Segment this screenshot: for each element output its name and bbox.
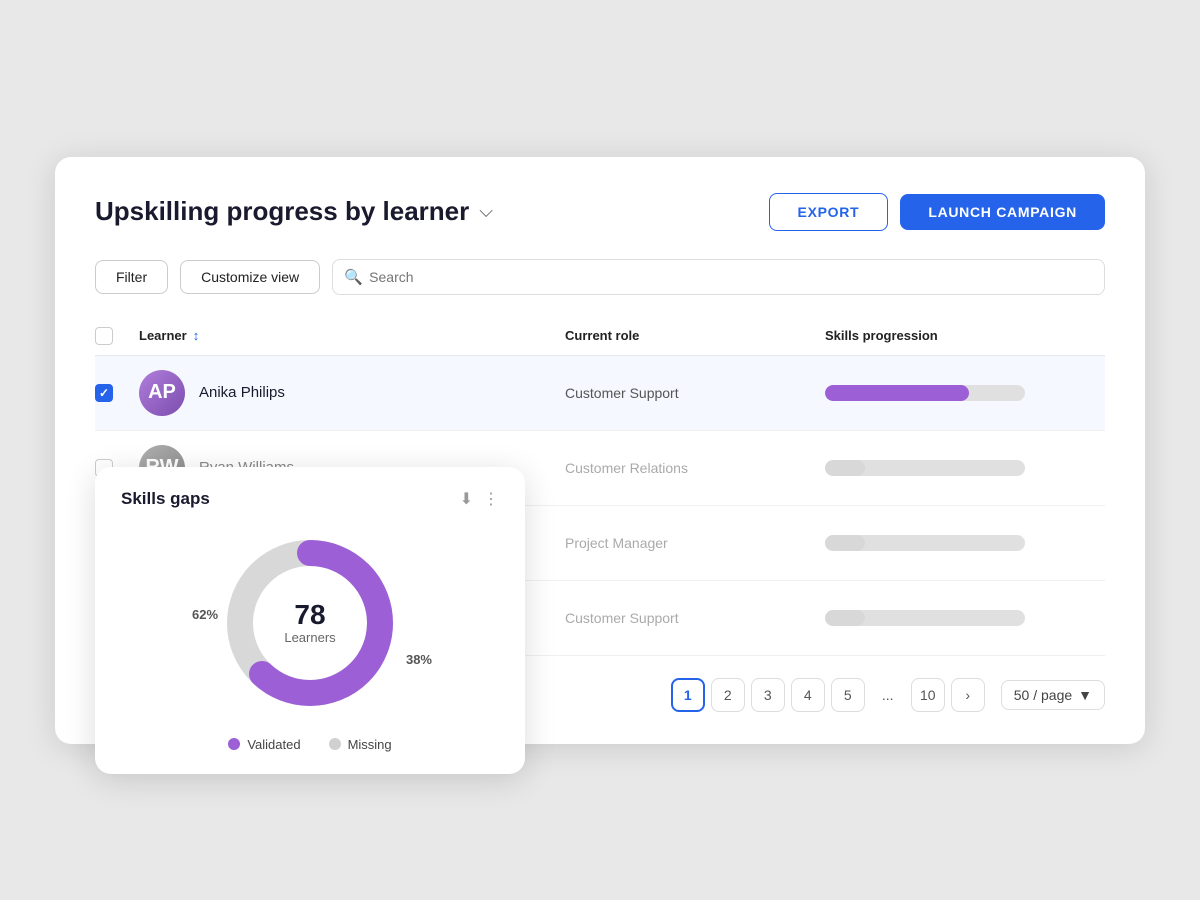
donut-chart: 78 Learners 62% 38% <box>210 523 410 723</box>
row-checkbox[interactable] <box>95 384 113 402</box>
progress-bar <box>825 460 1105 476</box>
validated-pct-label: 62% <box>192 607 218 622</box>
page-btn[interactable]: ... <box>871 678 905 712</box>
page-btn[interactable]: 2 <box>711 678 745 712</box>
skills-gaps-title: Skills gaps <box>121 489 210 509</box>
search-wrap: 🔍 <box>332 259 1105 295</box>
table-row: AP Anika Philips Customer Support <box>95 356 1105 431</box>
pagination-next-button[interactable]: › <box>951 678 985 712</box>
progress-bar <box>825 385 1105 401</box>
role-cell: Project Manager <box>565 535 825 551</box>
customize-view-button[interactable]: Customize view <box>180 260 320 294</box>
progress-bar <box>825 610 1105 626</box>
select-all-checkbox[interactable] <box>95 327 113 345</box>
skills-gaps-header: Skills gaps ⬇ ⋮ <box>121 489 499 509</box>
legend-row: Validated Missing <box>121 737 499 752</box>
donut-center: 78 Learners <box>284 600 335 646</box>
legend-missing: Missing <box>329 737 392 752</box>
toolbar-row: Filter Customize view 🔍 <box>95 259 1105 295</box>
avatar: AP <box>139 370 185 416</box>
missing-dot <box>329 738 341 750</box>
learner-cell: AP Anika Philips <box>139 370 565 416</box>
col-head-skills: Skills progression <box>825 328 1105 343</box>
role-cell: Customer Support <box>565 610 825 626</box>
col-head-learner: Learner ↕ <box>139 328 565 343</box>
learner-name: Anika Philips <box>199 384 285 401</box>
page-btn[interactable]: 1 <box>671 678 705 712</box>
page-btn[interactable]: 3 <box>751 678 785 712</box>
filter-button[interactable]: Filter <box>95 260 168 294</box>
download-icon[interactable]: ⬇ <box>460 489 473 509</box>
page-btn[interactable]: 4 <box>791 678 825 712</box>
export-button[interactable]: EXPORT <box>769 193 889 231</box>
search-input[interactable] <box>332 259 1105 295</box>
skills-gaps-card: Skills gaps ⬇ ⋮ 78 Learners <box>95 467 525 774</box>
role-cell: Customer Support <box>565 385 825 401</box>
role-cell: Customer Relations <box>565 460 825 476</box>
title-chevron-icon[interactable]: ⌵ <box>479 201 493 222</box>
sort-icon[interactable]: ↕ <box>193 328 200 343</box>
missing-pct-label: 38% <box>406 652 432 667</box>
col-head-role: Current role <box>565 328 825 343</box>
page-title: Upskilling progress by learner <box>95 196 469 227</box>
progress-bar <box>825 535 1105 551</box>
main-card: Upskilling progress by learner ⌵ EXPORT … <box>55 157 1145 744</box>
title-group: Upskilling progress by learner ⌵ <box>95 196 493 227</box>
donut-label: Learners <box>284 630 335 645</box>
header-row: Upskilling progress by learner ⌵ EXPORT … <box>95 193 1105 231</box>
more-options-icon[interactable]: ⋮ <box>483 489 499 509</box>
page-btn[interactable]: 10 <box>911 678 945 712</box>
table-header: Learner ↕ Current role Skills progressio… <box>95 317 1105 356</box>
per-page-chevron-icon: ▼ <box>1078 687 1092 703</box>
page-btn[interactable]: 5 <box>831 678 865 712</box>
per-page-select[interactable]: 50 / page ▼ <box>1001 680 1105 710</box>
pagination-pages: 12345...10 <box>671 678 945 712</box>
legend-validated: Validated <box>228 737 300 752</box>
validated-dot <box>228 738 240 750</box>
launch-campaign-button[interactable]: LAUNCH CAMPAIGN <box>900 194 1105 230</box>
skills-gaps-actions: ⬇ ⋮ <box>460 489 499 509</box>
donut-area: 78 Learners 62% 38% <box>121 523 499 723</box>
donut-total: 78 <box>284 600 335 631</box>
header-buttons: EXPORT LAUNCH CAMPAIGN <box>769 193 1105 231</box>
